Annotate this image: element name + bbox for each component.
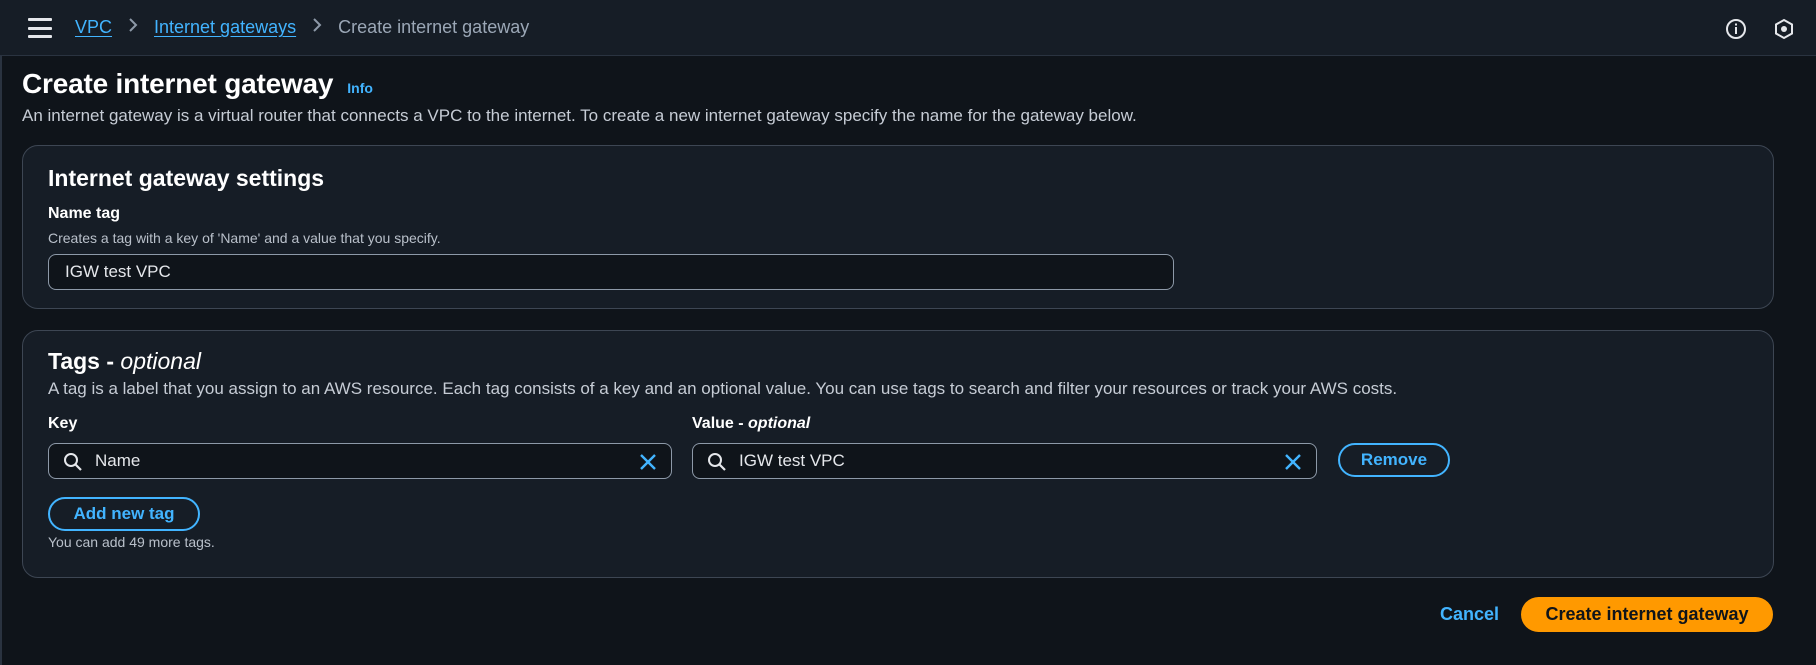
tag-key-label: Key bbox=[48, 415, 78, 432]
tags-remaining-hint: You can add 49 more tags. bbox=[48, 534, 215, 550]
tags-panel-title: Tags - optional bbox=[48, 348, 201, 375]
breadcrumb-current-page: Create internet gateway bbox=[338, 17, 530, 37]
hamburger-menu-icon[interactable] bbox=[28, 18, 52, 38]
chevron-right-icon bbox=[312, 17, 322, 38]
settings-panel-title: Internet gateway settings bbox=[48, 165, 325, 191]
name-tag-input[interactable] bbox=[48, 254, 1174, 290]
info-circle-icon[interactable] bbox=[1724, 17, 1748, 41]
name-tag-label: Name tag bbox=[48, 205, 121, 222]
breadcrumb-vpc-link[interactable]: VPC bbox=[75, 17, 112, 38]
tag-key-input[interactable] bbox=[95, 444, 617, 478]
tag-value-input[interactable] bbox=[739, 444, 1262, 478]
tag-value-label-optional: optional bbox=[748, 415, 811, 432]
breadcrumb-internet-gateways-link[interactable]: Internet gateways bbox=[154, 17, 296, 38]
chevron-right-icon bbox=[128, 17, 138, 38]
page-description: An internet gateway is a virtual router … bbox=[22, 106, 1137, 125]
tags-panel: Tags - optional A tag is a label that yo… bbox=[22, 330, 1774, 578]
top-navigation-bar: VPC Internet gateways Create internet ga… bbox=[0, 0, 1816, 56]
cancel-button[interactable]: Cancel bbox=[1440, 604, 1499, 625]
tag-value-field[interactable] bbox=[692, 443, 1317, 479]
remove-tag-button[interactable]: Remove bbox=[1338, 443, 1450, 477]
search-icon bbox=[707, 452, 727, 472]
tags-title-optional: optional bbox=[120, 348, 201, 374]
tags-panel-description: A tag is a label that you assign to an A… bbox=[48, 379, 1398, 398]
tag-value-label: Value - optional bbox=[692, 415, 810, 433]
tag-value-label-text: Value - bbox=[692, 415, 749, 432]
tag-key-field[interactable] bbox=[48, 443, 672, 479]
internet-gateway-settings-panel: Internet gateway settings Name tag Creat… bbox=[22, 145, 1774, 309]
info-link[interactable]: Info bbox=[347, 80, 373, 96]
window-edge bbox=[0, 0, 2, 665]
name-tag-description: Creates a tag with a key of 'Name' and a… bbox=[48, 230, 441, 246]
add-new-tag-button[interactable]: Add new tag bbox=[48, 497, 200, 531]
create-internet-gateway-button[interactable]: Create internet gateway bbox=[1521, 597, 1773, 632]
page-title: Create internet gateway bbox=[22, 68, 334, 99]
tags-title-text: Tags - bbox=[48, 348, 121, 374]
search-icon bbox=[63, 452, 83, 472]
breadcrumb: VPC Internet gateways Create internet ga… bbox=[75, 17, 529, 38]
clear-value-icon[interactable] bbox=[1282, 451, 1304, 473]
clear-key-icon[interactable] bbox=[637, 451, 659, 473]
hexagon-icon[interactable] bbox=[1772, 17, 1796, 41]
page-header: Create internet gateway Info bbox=[22, 68, 373, 100]
